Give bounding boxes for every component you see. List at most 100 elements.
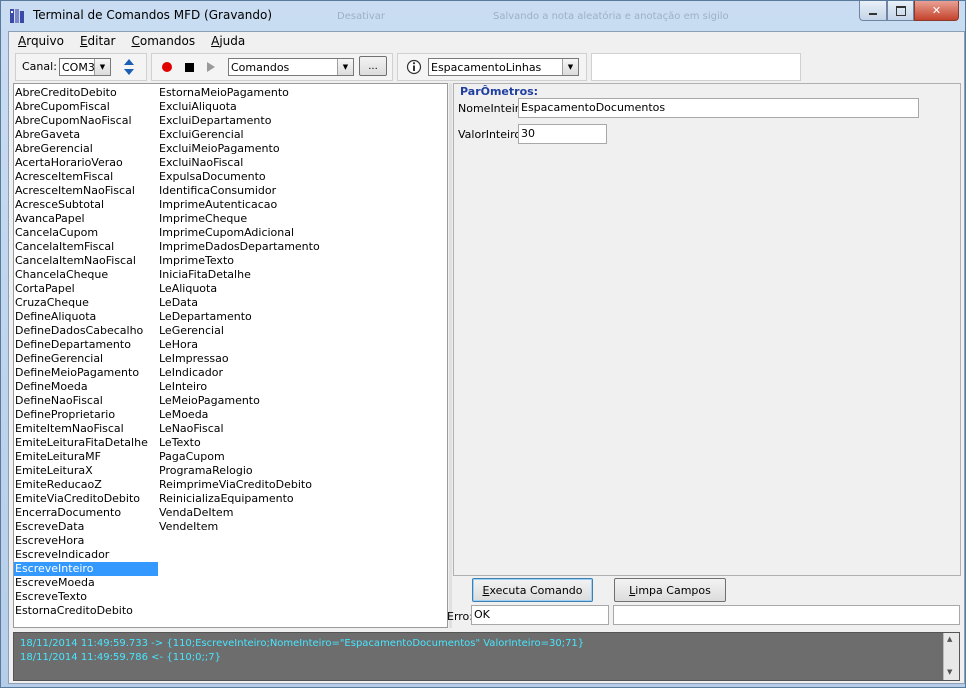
title-bar[interactable]: Terminal de Comandos MFD (Gravando) Desa… <box>1 1 965 31</box>
command-item[interactable]: VendaDeItem <box>158 506 233 520</box>
command-item[interactable]: DefineGerencial <box>14 352 103 366</box>
scroll-down-icon[interactable]: ▼ <box>947 668 952 676</box>
command-item[interactable]: LeTexto <box>158 436 201 450</box>
nome-inteiro-field[interactable]: EspacamentoDocumentos <box>518 98 919 118</box>
chevron-down-icon[interactable]: ▼ <box>562 59 578 75</box>
command-item[interactable]: ExcluiGerencial <box>158 128 244 142</box>
command-item[interactable]: LeAliquota <box>158 282 217 296</box>
command-item[interactable]: AvancaPapel <box>14 212 85 226</box>
canal-select[interactable]: COM3 ▼ <box>59 58 111 76</box>
command-item[interactable]: CancelaItemNaoFiscal <box>14 254 136 268</box>
command-item[interactable]: ExpulsaDocumento <box>158 170 266 184</box>
command-item[interactable]: ImprimeDadosDepartamento <box>158 240 320 254</box>
record-button[interactable] <box>157 57 177 77</box>
command-item[interactable]: EscreveIndicador <box>14 548 109 562</box>
command-item[interactable]: EmiteItemNaoFiscal <box>14 422 124 436</box>
command-item[interactable]: ImprimeCheque <box>158 212 247 226</box>
command-item[interactable]: ExcluiNaoFiscal <box>158 156 243 170</box>
command-item[interactable]: AbreCreditoDebito <box>14 86 117 100</box>
menu-arquivo[interactable]: Arquivo <box>9 32 71 51</box>
command-item[interactable]: AcresceSubtotal <box>14 198 104 212</box>
splitter[interactable] <box>449 83 452 628</box>
menu-comandos[interactable]: Comandos <box>123 32 203 51</box>
command-list[interactable]: AbreCreditoDebito AbreCupomFiscal AbreCupo… <box>13 83 448 628</box>
scroll-up-icon[interactable]: ▲ <box>947 635 952 643</box>
valor-inteiro-field[interactable]: 30 <box>518 124 607 144</box>
command-item[interactable]: AcertaHorarioVerao <box>14 156 123 170</box>
menu-editar[interactable]: Editar <box>71 32 123 51</box>
command-item[interactable]: EscreveHora <box>14 534 84 548</box>
command-item[interactable]: ReinicializaEquipamento <box>158 492 294 506</box>
command-item[interactable]: AbreGaveta <box>14 128 80 142</box>
play-button[interactable] <box>201 57 221 77</box>
command-item[interactable]: DefineMoeda <box>14 380 88 394</box>
command-item[interactable]: EncerraDocumento <box>14 506 121 520</box>
command-item[interactable]: AbreCupomFiscal <box>14 100 110 114</box>
command-item[interactable]: ExcluiAliquota <box>158 100 237 114</box>
command-item[interactable]: CruzaCheque <box>14 296 89 310</box>
command-item[interactable]: ChancelaCheque <box>14 268 108 282</box>
command-item[interactable]: LeData <box>158 296 198 310</box>
command-item[interactable]: ImprimeCupomAdicional <box>158 226 294 240</box>
command-item[interactable]: LeIndicador <box>158 366 223 380</box>
command-item[interactable]: EscreveInteiro <box>14 562 158 576</box>
log-scrollbar[interactable]: ▲ ▼ <box>943 633 959 680</box>
command-item[interactable]: CancelaItemFiscal <box>14 240 114 254</box>
minimize-button[interactable] <box>859 1 887 21</box>
command-item[interactable]: EmiteLeituraX <box>14 464 93 478</box>
command-item[interactable]: LeGerencial <box>158 324 224 338</box>
chevron-down-icon[interactable]: ▼ <box>94 59 110 75</box>
command-item[interactable]: IniciaFitaDetalhe <box>158 268 251 282</box>
command-item[interactable]: LeMeioPagamento <box>158 394 260 408</box>
error-detail-field[interactable] <box>613 605 960 625</box>
command-item[interactable]: LeMoeda <box>158 408 208 422</box>
command-item[interactable]: PagaCupom <box>158 450 225 464</box>
info-button[interactable] <box>404 57 424 77</box>
command-item[interactable]: VendeItem <box>158 520 218 534</box>
command-item[interactable]: LeInteiro <box>158 380 207 394</box>
command-item[interactable]: DefineNaoFiscal <box>14 394 103 408</box>
command-item[interactable]: LeNaoFiscal <box>158 422 224 436</box>
command-item[interactable]: ExcluiDepartamento <box>158 114 271 128</box>
more-button[interactable]: ... <box>359 56 387 76</box>
close-button[interactable]: ✕ <box>914 1 959 21</box>
command-item[interactable]: LeDepartamento <box>158 310 252 324</box>
command-item[interactable]: DefineDepartamento <box>14 338 131 352</box>
command-item[interactable]: EscreveTexto <box>14 590 87 604</box>
command-item[interactable]: ReimprimeViaCreditoDebito <box>158 478 312 492</box>
chevron-down-icon[interactable]: ▼ <box>337 59 353 75</box>
command-item[interactable]: EmiteLeituraFitaDetalhe <box>14 436 148 450</box>
commands-select[interactable]: Comandos ▼ <box>228 58 354 76</box>
command-item[interactable]: LeImpressao <box>158 352 229 366</box>
log-panel[interactable]: 18/11/2014 11:49:59.733 -> {110;EscreveI… <box>13 632 960 681</box>
command-item[interactable]: ProgramaRelogio <box>158 464 253 478</box>
command-item[interactable]: CancelaCupom <box>14 226 98 240</box>
command-item[interactable]: AcresceItemNaoFiscal <box>14 184 135 198</box>
command-item[interactable]: EstornaMeioPagamento <box>158 86 289 100</box>
command-item[interactable]: DefineAliquota <box>14 310 96 324</box>
command-item[interactable]: EscreveMoeda <box>14 576 95 590</box>
command-item[interactable]: DefineProprietario <box>14 408 115 422</box>
command-item[interactable]: LeHora <box>158 338 198 352</box>
error-field[interactable]: OK <box>471 605 609 625</box>
command-item[interactable]: DefineDadosCabecalho <box>14 324 143 338</box>
clear-fields-button[interactable]: Limpa Campos <box>614 578 726 602</box>
command-item[interactable]: AbreCupomNaoFiscal <box>14 114 132 128</box>
command-item[interactable]: EscreveData <box>14 520 84 534</box>
execute-button[interactable]: Executa Comando <box>472 578 593 602</box>
stop-button[interactable] <box>179 57 199 77</box>
swap-button[interactable] <box>119 57 139 77</box>
maximize-button[interactable] <box>887 1 914 21</box>
command-item[interactable]: AcresceItemFiscal <box>14 170 113 184</box>
command-item[interactable]: EmiteViaCreditoDebito <box>14 492 140 506</box>
command-item[interactable]: EmiteReducaoZ <box>14 478 102 492</box>
command-item[interactable]: CortaPapel <box>14 282 75 296</box>
command-item[interactable]: IdentificaConsumidor <box>158 184 276 198</box>
command-item[interactable]: AbreGerencial <box>14 142 93 156</box>
command-item[interactable]: ImprimeTexto <box>158 254 234 268</box>
command-item[interactable]: ExcluiMeioPagamento <box>158 142 280 156</box>
command-item[interactable]: EmiteLeituraMF <box>14 450 101 464</box>
command-item[interactable]: DefineMeioPagamento <box>14 366 139 380</box>
command-item[interactable]: EstornaCreditoDebito <box>14 604 133 618</box>
filter-select[interactable]: EspacamentoLinhas ▼ <box>428 58 579 76</box>
